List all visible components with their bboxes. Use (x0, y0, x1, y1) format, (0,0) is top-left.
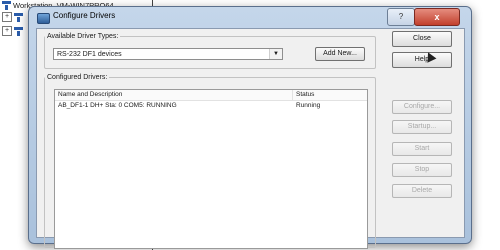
expand-icon[interactable]: + (2, 12, 12, 22)
start-button[interactable]: Start (392, 142, 452, 156)
configured-drivers-list[interactable]: Name and Description Status AB_DF1-1 DH+… (54, 89, 368, 249)
close-button[interactable]: Close (392, 31, 452, 47)
configure-drivers-dialog: Configure Drivers ? x Available Driver T… (28, 6, 472, 249)
driver-type-value: RS-232 DF1 devices (57, 51, 122, 58)
startup-button[interactable]: Startup... (392, 120, 452, 134)
tree-item-node-1[interactable]: + (2, 12, 23, 22)
column-header-status[interactable]: Status (293, 90, 367, 100)
driver-type-select[interactable]: RS-232 DF1 devices ▼ (53, 48, 283, 60)
list-header: Name and Description Status (55, 90, 367, 101)
table-row[interactable]: AB_DF1-1 DH+ Sta: 0 COM5: RUNNING Runnin… (55, 101, 367, 110)
app-icon (37, 13, 50, 24)
help-button[interactable]: Help (392, 52, 452, 68)
configured-drivers-group: Configured Drivers: Name and Description… (44, 74, 376, 249)
chevron-down-icon[interactable]: ▼ (269, 49, 282, 59)
driver-name-cell: AB_DF1-1 DH+ Sta: 0 COM5: RUNNING (58, 102, 177, 109)
network-icon (14, 26, 23, 36)
dialog-title: Configure Drivers (53, 11, 116, 20)
available-driver-types-label: Available Driver Types: (47, 33, 119, 40)
network-icon (14, 12, 23, 22)
driver-status-cell: Running (296, 102, 321, 109)
configure-button[interactable]: Configure... (392, 100, 452, 114)
available-driver-types-group: Available Driver Types: RS-232 DF1 devic… (44, 33, 376, 69)
configured-drivers-label: Configured Drivers: (47, 74, 108, 81)
tree-item-node-2[interactable]: + (2, 26, 23, 36)
delete-button[interactable]: Delete (392, 184, 452, 198)
title-bar[interactable]: Configure Drivers ? x (29, 7, 471, 29)
dialog-client-area: Available Driver Types: RS-232 DF1 devic… (36, 28, 465, 249)
add-new-button[interactable]: Add New... (315, 47, 365, 61)
column-header-name[interactable]: Name and Description (55, 90, 293, 100)
close-caption-button[interactable]: x (414, 8, 460, 26)
workstation-icon (2, 0, 11, 10)
stop-button[interactable]: Stop (392, 163, 452, 177)
expand-icon[interactable]: + (2, 26, 12, 36)
help-caption-button[interactable]: ? (387, 8, 415, 26)
